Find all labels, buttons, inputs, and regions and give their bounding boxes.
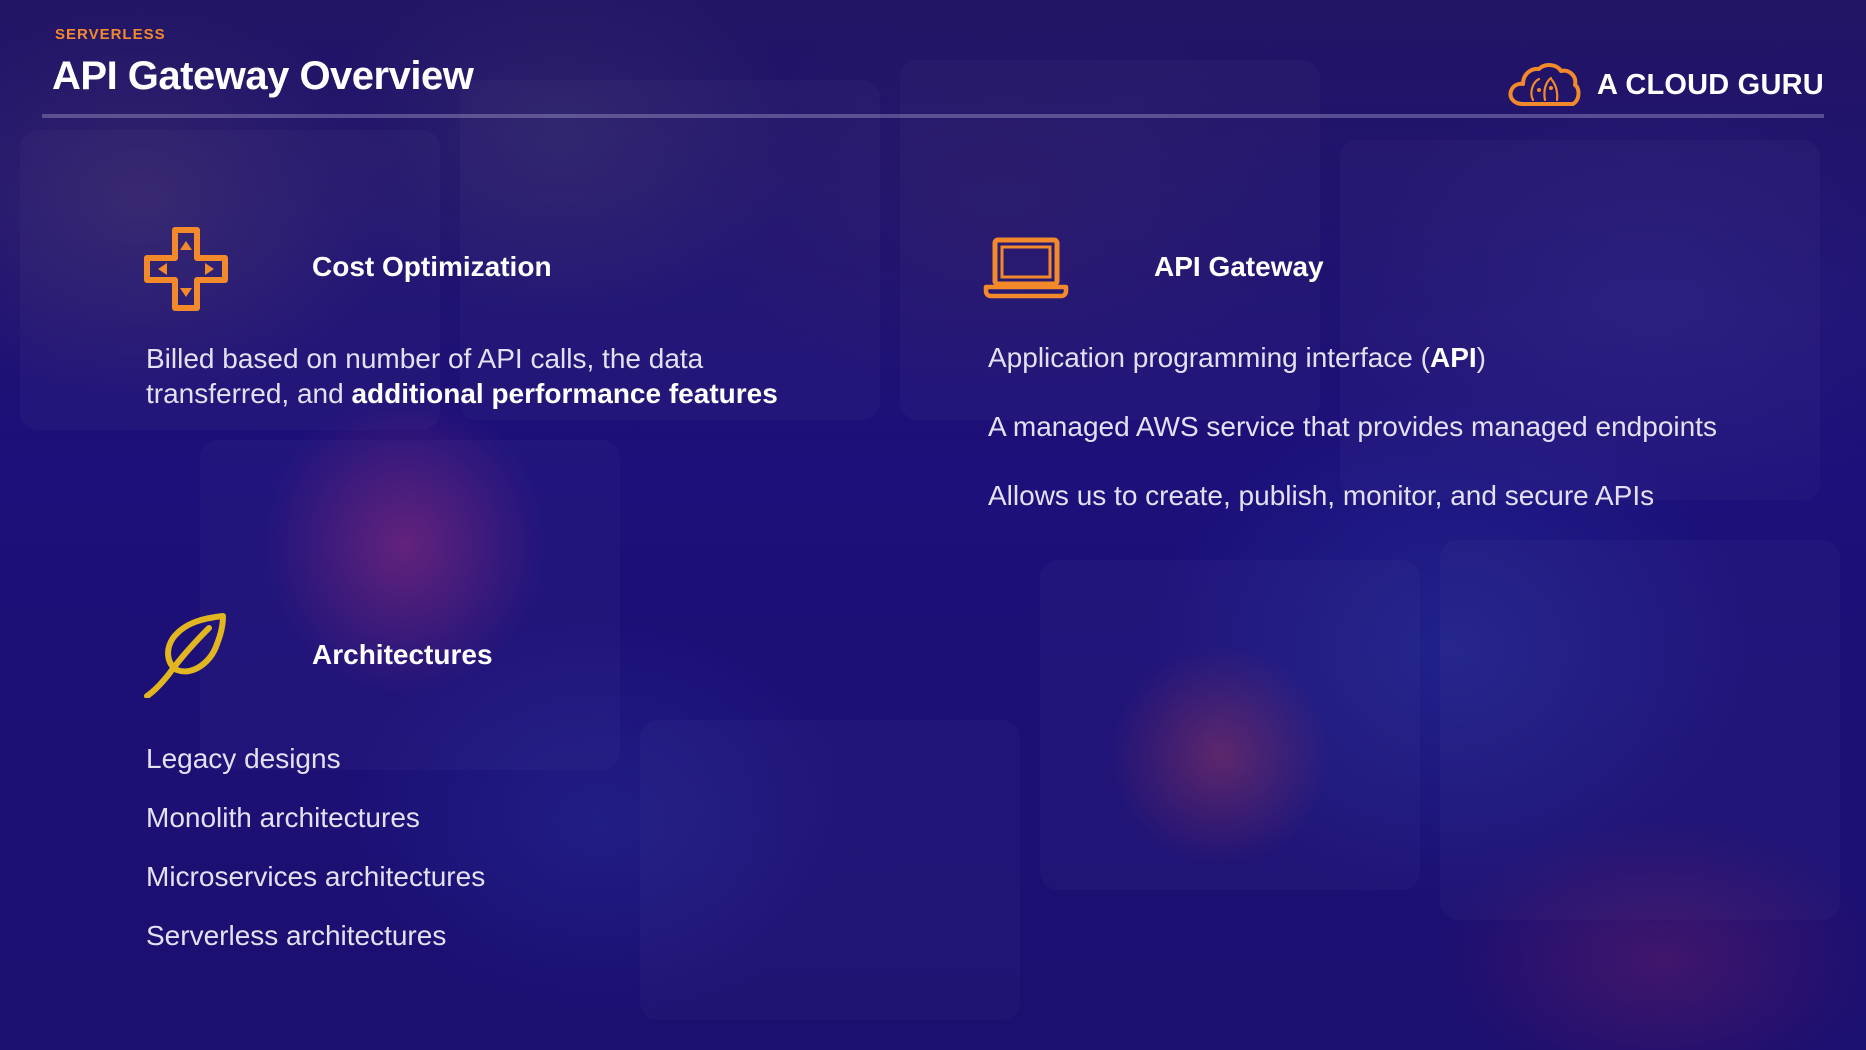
brand-name: A CLOUD GURU bbox=[1597, 68, 1824, 101]
api-gateway-line-1: Application programming interface (API) bbox=[988, 342, 1486, 374]
slide: { "header": { "kicker": "SERVERLESS", "t… bbox=[0, 0, 1866, 1050]
api-line-1-bold: API bbox=[1429, 342, 1477, 373]
background-panel bbox=[1440, 540, 1840, 920]
architecture-item: Microservices architectures bbox=[146, 861, 486, 892]
architecture-item: Serverless architectures bbox=[146, 920, 447, 951]
background-panel bbox=[640, 720, 1020, 1020]
architectures-title: Architectures bbox=[312, 639, 493, 670]
cost-optimization-text: Billed based on number of API calls, the… bbox=[146, 341, 846, 411]
background-panel bbox=[1340, 140, 1820, 500]
api-line-1-plain: Application programming interface ( bbox=[988, 342, 1430, 373]
page-title: API Gateway Overview bbox=[52, 54, 474, 98]
api-gateway-title: API Gateway bbox=[1154, 251, 1324, 282]
cost-text-bold: additional performance features bbox=[351, 378, 778, 409]
brand: A CLOUD GURU bbox=[1505, 55, 1835, 115]
architecture-item: Monolith architectures bbox=[146, 802, 420, 833]
section-kicker: SERVERLESS bbox=[55, 26, 166, 43]
api-line-1-end: ) bbox=[1476, 342, 1486, 373]
directional-pad-icon bbox=[144, 227, 228, 311]
api-gateway-line-2: A managed AWS service that provides mana… bbox=[988, 411, 1717, 442]
laptop-icon bbox=[983, 237, 1069, 299]
background-panel bbox=[1040, 560, 1420, 890]
feather-icon bbox=[144, 613, 226, 698]
architecture-item: Legacy designs bbox=[146, 743, 341, 774]
cloud-logo-icon bbox=[1508, 63, 1581, 106]
cost-optimization-title: Cost Optimization bbox=[312, 251, 552, 282]
background-panel bbox=[200, 440, 620, 770]
api-gateway-line-3: Allows us to create, publish, monitor, a… bbox=[988, 480, 1655, 511]
